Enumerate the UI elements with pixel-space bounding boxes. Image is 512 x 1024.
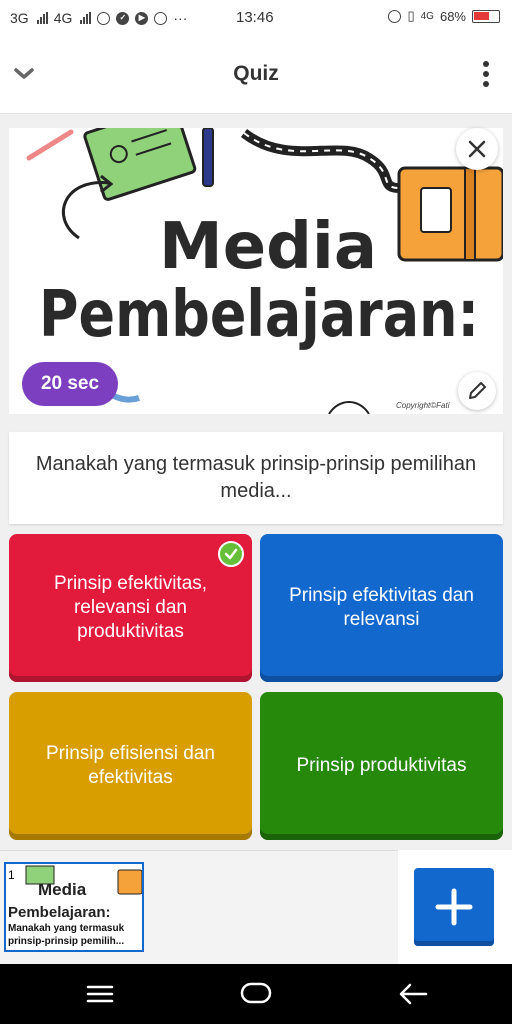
signal-icon — [36, 12, 48, 24]
svg-text:Media: Media — [159, 210, 377, 284]
page-title: Quiz — [233, 62, 279, 85]
alarm-icon — [388, 9, 402, 23]
clock: 13:46 — [236, 9, 274, 26]
answer-option-3[interactable]: Prinsip efisiensi dan efektivitas — [9, 692, 252, 840]
app-bar: Quiz — [0, 36, 512, 114]
answer-option-2[interactable]: Prinsip efektivitas dan relevansi — [260, 534, 503, 682]
answer-label: Prinsip efektivitas dan relevansi — [289, 585, 474, 630]
more-vertical-icon[interactable] — [482, 60, 490, 88]
whatsapp-icon — [154, 11, 168, 25]
svg-text:Pembelajaran:: Pembelajaran: — [39, 278, 479, 352]
slide-number: 1 — [8, 868, 15, 882]
network-4g-label: 4G — [53, 10, 73, 26]
thumbnail-title-line1: Media — [38, 880, 87, 899]
answer-option-1[interactable]: Prinsip efektivitas, relevansi dan produ… — [9, 534, 252, 682]
back-icon[interactable] — [398, 982, 428, 1006]
status-bar: 3G 4G ✓ ▶ ··· 13:46 ▯ 4G 68% — [0, 0, 512, 36]
edit-media-button[interactable] — [458, 372, 496, 410]
answer-label: Prinsip efektivitas, relevansi dan produ… — [53, 573, 208, 642]
home-icon[interactable] — [240, 982, 272, 1004]
answer-option-4[interactable]: Prinsip produktivitas — [260, 692, 503, 840]
battery-level: 68% — [439, 8, 466, 24]
vibrate-icon: ▯ — [407, 8, 415, 23]
thumbnail-question: Manakah yang termasuk prinsip-prinsip pe… — [8, 922, 142, 948]
signal-icon — [80, 12, 92, 24]
check-icon[interactable] — [218, 541, 244, 567]
pencil-icon — [469, 382, 486, 399]
close-icon — [468, 140, 486, 158]
plus-icon — [435, 888, 473, 926]
copyright-text: Copyright©Fati — [396, 401, 450, 410]
more-notifications-icon: ··· — [173, 10, 188, 26]
answer-label: Prinsip produktivitas — [296, 755, 467, 776]
time-limit-badge[interactable]: 20 sec — [22, 362, 118, 406]
network-3g-label: 3G — [10, 10, 29, 26]
battery-icon — [472, 9, 500, 23]
youtube-icon: ▶ — [135, 11, 149, 25]
whatsapp-icon — [97, 11, 111, 25]
thumbnail-title-line2: Pembelajaran: — [8, 904, 111, 921]
recent-apps-icon[interactable] — [86, 984, 114, 1004]
question-text[interactable]: Manakah yang termasuk prinsip-prinsip pe… — [9, 432, 503, 524]
check-circle-icon: ✓ — [116, 11, 130, 25]
answer-label: Prinsip efisiensi dan efektivitas — [46, 743, 215, 788]
add-question-button[interactable] — [414, 868, 494, 946]
network-4g-right-label: 4G — [420, 10, 434, 22]
close-media-button[interactable] — [456, 128, 498, 170]
